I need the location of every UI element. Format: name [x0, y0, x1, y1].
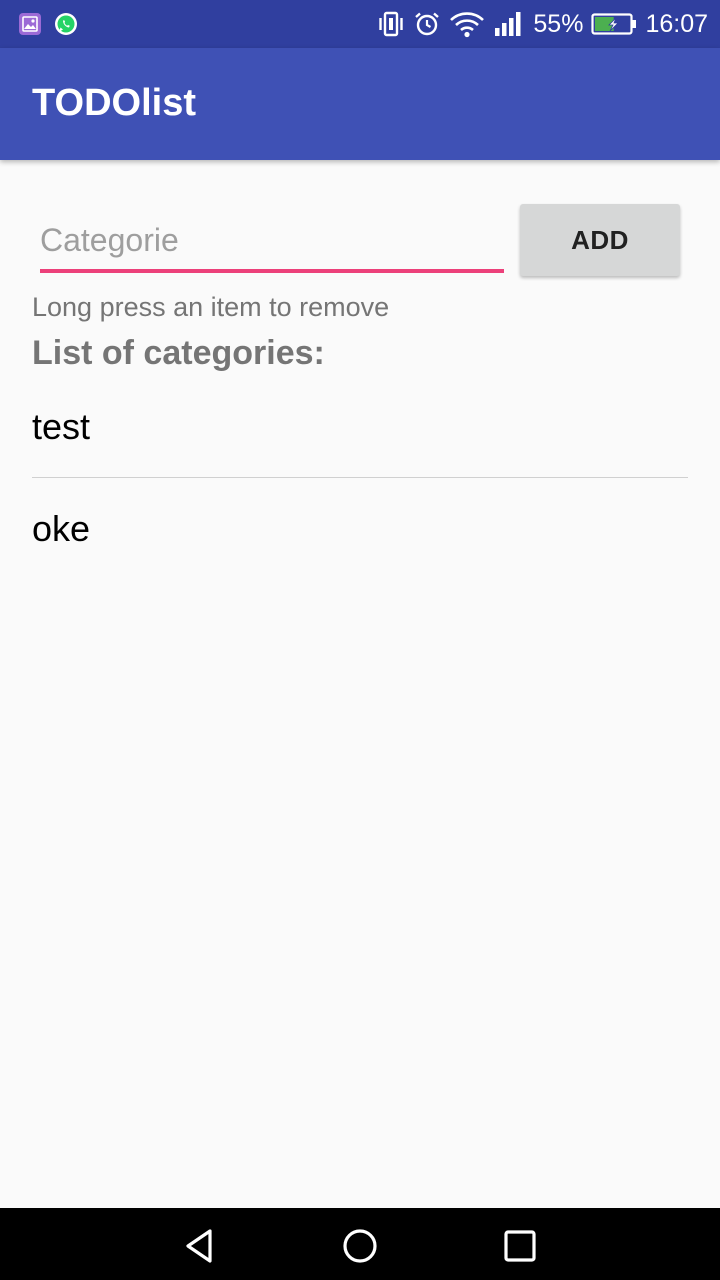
list-heading: List of categories:: [32, 334, 325, 372]
app-bar: TODOlist: [0, 48, 720, 160]
list-item[interactable]: oke: [32, 478, 688, 579]
signal-icon: [495, 12, 521, 36]
system-status: 55% 16:07: [377, 0, 708, 48]
back-icon[interactable]: [180, 1226, 220, 1266]
hint-text: Long press an item to remove: [32, 292, 390, 322]
home-icon[interactable]: [340, 1226, 380, 1266]
notification-area: [18, 12, 78, 36]
add-button[interactable]: ADD: [520, 204, 680, 276]
category-list: test oke: [32, 376, 688, 579]
alarm-icon: [415, 12, 440, 36]
input-underline: [40, 269, 504, 273]
recents-icon[interactable]: [500, 1226, 540, 1266]
battery-icon: [591, 13, 637, 35]
category-input[interactable]: [40, 216, 504, 264]
app-title: TODOlist: [32, 82, 196, 124]
list-item[interactable]: test: [32, 376, 688, 477]
battery-percent: 55%: [533, 9, 584, 38]
wifi-icon: [450, 12, 485, 38]
navigation-bar: [0, 1208, 720, 1280]
status-bar: 55% 16:07: [0, 0, 720, 48]
screen: 55% 16:07 TODOlist ADD Long press an ite…: [0, 0, 720, 1280]
vibrate-icon: [379, 11, 404, 37]
clock: 16:07: [645, 9, 708, 38]
whatsapp-icon: [55, 13, 77, 35]
gallery-icon: [19, 13, 41, 35]
